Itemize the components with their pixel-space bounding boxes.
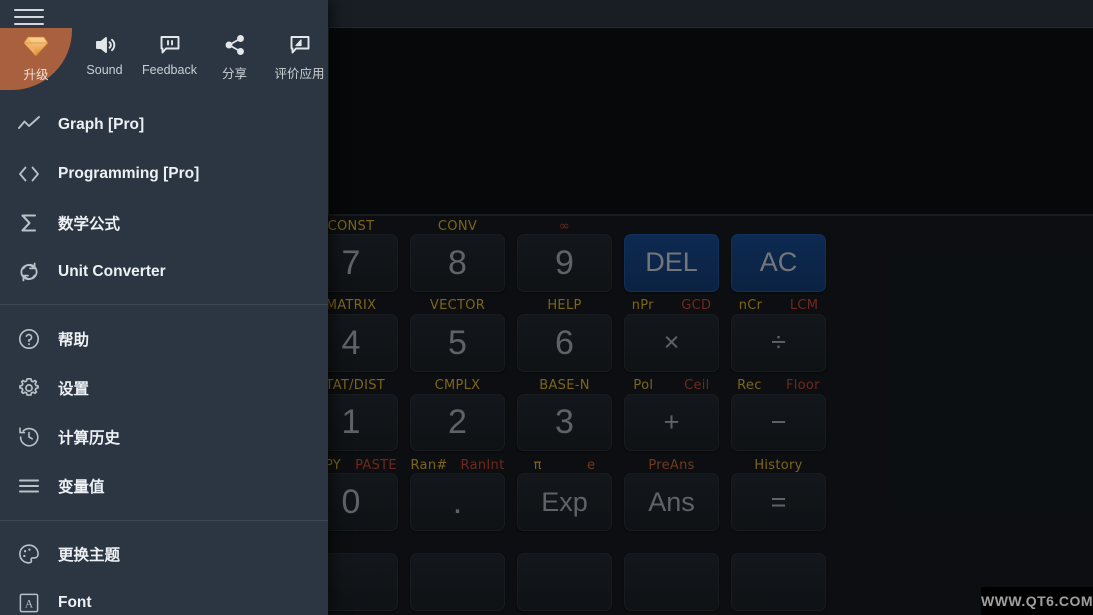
sidebar-item-help[interactable]: 帮助 [0, 314, 328, 363]
sigma-icon [0, 211, 58, 235]
sound-action[interactable]: Sound [72, 28, 137, 90]
palette-icon [0, 542, 58, 566]
rate-app-action[interactable]: 评价应用 [267, 28, 328, 90]
sidebar-label: Font [58, 593, 92, 611]
sidebar-item-theme[interactable]: 更换主题 [0, 529, 328, 578]
sidebar-label: Graph [Pro] [58, 115, 145, 133]
help-circle-icon [0, 327, 58, 351]
share-label: 分享 [221, 67, 247, 81]
feedback-label: Feedback [142, 63, 197, 77]
hamburger-icon[interactable] [14, 4, 44, 30]
font-box-icon: A [0, 591, 58, 615]
sidebar-item-math-formula[interactable]: 数学公式 [0, 198, 328, 247]
feedback-action[interactable]: Feedback [137, 28, 202, 90]
sidebar-item-history[interactable]: 计算历史 [0, 412, 328, 461]
convert-arrows-icon [0, 260, 58, 284]
drawer-divider-1 [0, 304, 328, 305]
rate-app-label: 评价应用 [274, 67, 325, 81]
volume-icon [93, 28, 117, 62]
sidebar-label: 数学公式 [58, 215, 121, 233]
sidebar-label: Programming [Pro] [58, 164, 200, 182]
drawer-divider-2 [0, 520, 328, 521]
drawer-scrim[interactable] [328, 0, 1093, 615]
sidebar-item-graph[interactable]: Graph [Pro] [0, 100, 328, 149]
hamburger-bar [14, 23, 44, 25]
sidebar-label: 更换主题 [58, 546, 121, 564]
hamburger-bar [14, 16, 44, 18]
sidebar-label: 设置 [58, 380, 90, 398]
sidebar-item-variables[interactable]: 变量值 [0, 461, 328, 510]
svg-text:A: A [25, 598, 34, 610]
feedback-icon [158, 28, 182, 62]
drawer-header-actions: Sound Feedback 分享 评价应用 [0, 28, 328, 90]
line-chart-icon [0, 113, 58, 137]
sound-label: Sound [86, 63, 123, 77]
sidebar-label: 计算历史 [58, 429, 121, 447]
navigation-drawer: 升级 Sound Feedback 分享 评价应用 Graph [Pro] Pr… [0, 0, 328, 615]
sidebar-item-settings[interactable]: 设置 [0, 363, 328, 412]
gear-icon [0, 376, 58, 400]
code-brackets-icon [0, 162, 58, 186]
share-icon [223, 28, 247, 62]
rate-app-icon [288, 28, 312, 62]
list-lines-icon [0, 474, 58, 498]
sidebar-label: 帮助 [58, 331, 90, 349]
share-action[interactable]: 分享 [202, 28, 267, 90]
history-clock-icon [0, 425, 58, 449]
sidebar-label: 变量值 [58, 478, 105, 496]
hamburger-bar [14, 9, 44, 11]
sidebar-label: Unit Converter [58, 262, 166, 280]
sidebar-item-programming[interactable]: Programming [Pro] [0, 149, 328, 198]
sidebar-item-font[interactable]: A Font [0, 578, 328, 615]
sidebar-item-unit-converter[interactable]: Unit Converter [0, 247, 328, 296]
